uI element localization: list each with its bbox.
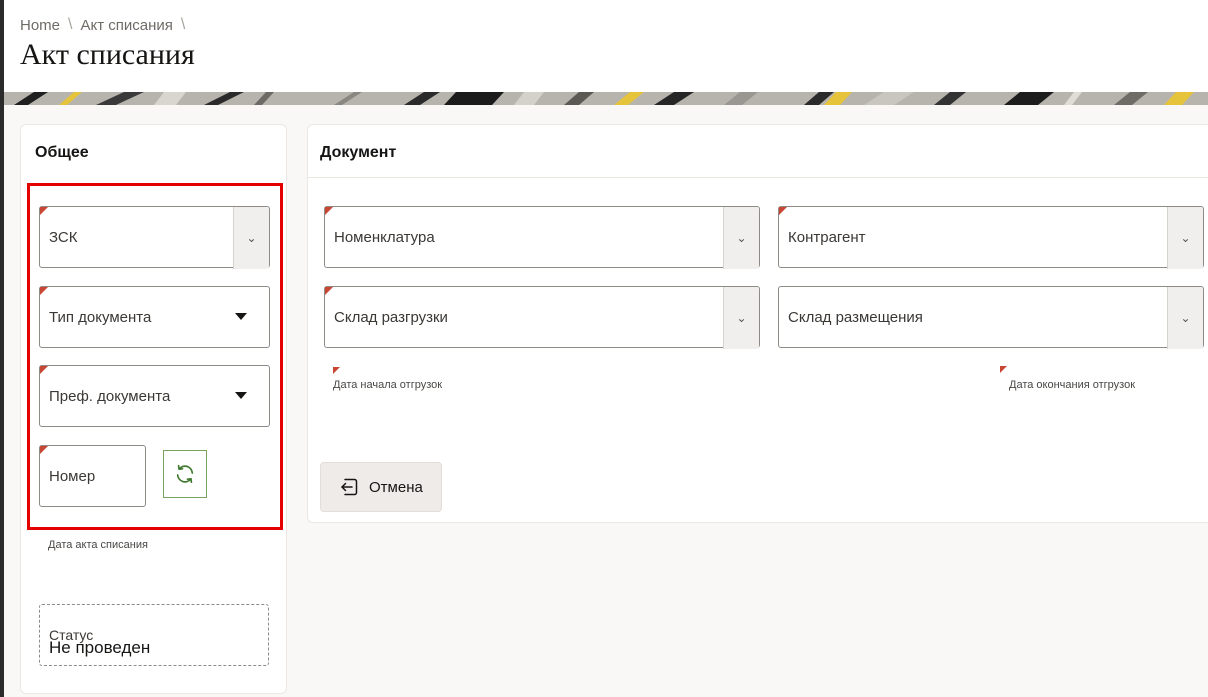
cancel-label: Отмена: [369, 478, 423, 496]
required-marker: [1000, 366, 1007, 373]
page-title: Акт списания: [20, 38, 195, 71]
breadcrumb: Home \ Акт списания \: [20, 16, 193, 34]
chevron-down-icon[interactable]: ⌄: [723, 287, 759, 349]
divider: [307, 177, 1208, 178]
breadcrumb-separator: \: [68, 16, 73, 33]
chevron-down-icon[interactable]: ⌄: [1167, 287, 1203, 349]
general-card-title: Общее: [35, 144, 89, 161]
decorative-banner: [4, 92, 1208, 105]
unload-warehouse-combobox[interactable]: Склад разгрузки ⌄: [324, 286, 760, 349]
ship-end-date-label: Дата окончания отгрузок: [1009, 379, 1136, 391]
back-arrow-icon: [339, 477, 359, 497]
unload-warehouse-label: Склад разгрузки: [334, 308, 448, 326]
required-marker: [325, 287, 333, 295]
document-card-title: Документ: [320, 144, 397, 161]
writeoff-date-label: Дата акта списания: [48, 539, 148, 551]
chevron-down-icon[interactable]: ⌄: [1167, 207, 1203, 269]
status-value: Не проведен: [49, 638, 151, 657]
required-marker: [325, 207, 333, 215]
nomenclature-combobox[interactable]: Номенклатура ⌄: [324, 206, 760, 269]
placement-warehouse-label: Склад размещения: [788, 308, 923, 326]
ship-start-date-label: Дата начала отгрузок: [333, 379, 443, 391]
chevron-down-icon[interactable]: ⌄: [723, 207, 759, 269]
counterparty-combobox[interactable]: Контрагент ⌄: [778, 206, 1204, 269]
required-marker: [333, 367, 340, 374]
placement-warehouse-combobox[interactable]: Склад размещения ⌄: [778, 286, 1204, 349]
breadcrumb-separator: \: [180, 16, 186, 33]
breadcrumb-current[interactable]: Акт списания: [80, 17, 172, 34]
cancel-button[interactable]: Отмена: [320, 462, 442, 512]
status-field: Статус Не проведен: [39, 604, 269, 666]
required-marker: [779, 207, 787, 215]
nomenclature-label: Номенклатура: [334, 228, 435, 246]
breadcrumb-home[interactable]: Home: [20, 17, 60, 34]
highlight-frame: [27, 183, 283, 530]
counterparty-label: Контрагент: [788, 228, 866, 246]
